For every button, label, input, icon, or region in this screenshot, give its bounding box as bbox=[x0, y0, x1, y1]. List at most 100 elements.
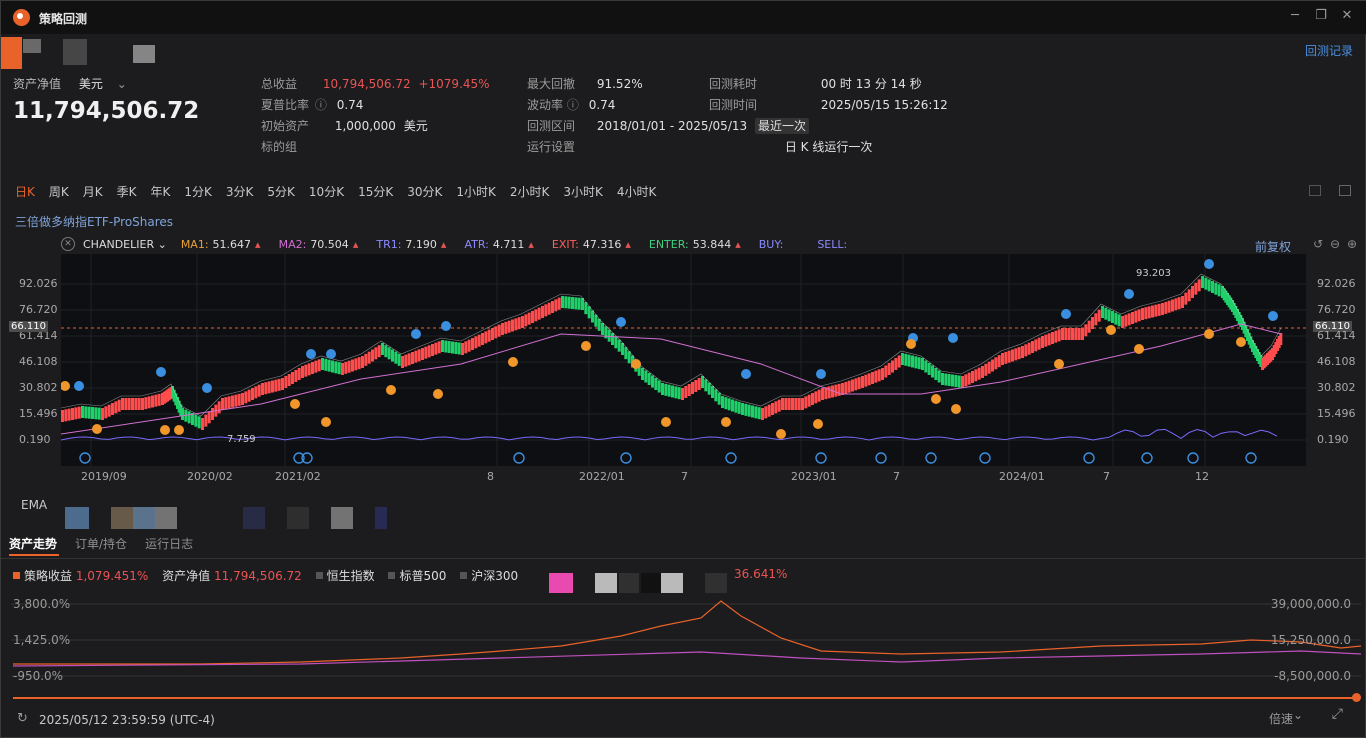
tab-2[interactable]: 运行日志 bbox=[145, 537, 193, 551]
candle bbox=[364, 353, 368, 366]
candle bbox=[1044, 334, 1048, 347]
period-0[interactable]: 日K bbox=[15, 185, 35, 199]
y-tick-right: 30.802 bbox=[1317, 381, 1356, 394]
candle bbox=[1164, 301, 1168, 314]
candle bbox=[1104, 307, 1108, 320]
chevron-down-icon[interactable]: ⌄ bbox=[1293, 708, 1303, 722]
candle bbox=[761, 408, 764, 420]
period-11[interactable]: 1小时K bbox=[456, 185, 496, 199]
sell-marker bbox=[174, 425, 184, 435]
chevron-down-icon[interactable]: ⌄ bbox=[117, 77, 127, 91]
minimize-icon[interactable]: ─ bbox=[1285, 8, 1305, 23]
sell-marker bbox=[321, 417, 331, 427]
returns-chart[interactable] bbox=[1, 596, 1366, 686]
period-6[interactable]: 3分K bbox=[226, 185, 254, 199]
tab-1[interactable]: 订单/持仓 bbox=[75, 537, 127, 551]
currency-select[interactable]: 美元 bbox=[79, 77, 103, 91]
candle bbox=[1084, 324, 1088, 337]
left-axis-bottom: -950.0% bbox=[13, 669, 64, 683]
candle bbox=[664, 383, 668, 396]
tab-0[interactable]: 资产走势 bbox=[9, 537, 57, 551]
indicator-select[interactable]: CHANDELIER ⌄ bbox=[83, 238, 167, 251]
candle bbox=[937, 370, 941, 383]
info-icon[interactable]: ⓘ bbox=[567, 98, 579, 112]
candle bbox=[281, 378, 284, 390]
candle bbox=[744, 403, 748, 416]
period-13[interactable]: 3小时K bbox=[563, 185, 603, 199]
candle bbox=[61, 410, 64, 422]
latest-chip[interactable]: 最近一次 bbox=[754, 118, 809, 134]
period-8[interactable]: 10分K bbox=[309, 185, 344, 199]
backtest-records-link[interactable]: 回测记录 bbox=[1305, 42, 1353, 59]
sell-marker bbox=[1236, 337, 1246, 347]
triangle-icon: ▴ bbox=[625, 238, 631, 251]
nav-value: 11,794,506.72 bbox=[13, 98, 200, 124]
target-group: 标的组 bbox=[261, 140, 298, 154]
fullscreen-icon[interactable] bbox=[1339, 185, 1351, 196]
adjust-mode[interactable]: 前复权 bbox=[1255, 238, 1291, 255]
close-icon[interactable]: ✕ bbox=[1337, 8, 1357, 23]
sp500-swatch[interactable] bbox=[388, 572, 396, 579]
candle bbox=[544, 304, 548, 317]
candle bbox=[877, 369, 881, 382]
x-tick: 2023/01 bbox=[791, 470, 837, 483]
right-axis-mid: 15,250,000.0 bbox=[1270, 633, 1351, 647]
period-7[interactable]: 5分K bbox=[267, 185, 295, 199]
period-14[interactable]: 4小时K bbox=[617, 185, 657, 199]
x-tick: 7 bbox=[681, 470, 688, 483]
csi300-label[interactable]: 沪深300 bbox=[471, 569, 518, 583]
candle bbox=[717, 392, 721, 405]
playback-knob[interactable] bbox=[1352, 693, 1361, 702]
redacted-block bbox=[133, 45, 155, 63]
info-icon[interactable]: ⓘ bbox=[315, 98, 327, 112]
zoom-in-icon[interactable]: ⊕ bbox=[1347, 237, 1357, 251]
candle bbox=[457, 342, 461, 355]
candle bbox=[1061, 328, 1064, 340]
redacted-block bbox=[661, 573, 683, 593]
candle bbox=[554, 299, 558, 312]
candle bbox=[204, 414, 208, 427]
period-2[interactable]: 月K bbox=[83, 185, 103, 199]
undo-icon[interactable]: ↺ bbox=[1313, 237, 1323, 251]
period-9[interactable]: 15分K bbox=[358, 185, 393, 199]
replay-icon[interactable]: ↻ bbox=[17, 711, 28, 726]
event-marker bbox=[815, 452, 827, 464]
playback-progress-bar[interactable] bbox=[13, 697, 1359, 699]
period-12[interactable]: 2小时K bbox=[510, 185, 550, 199]
candle bbox=[814, 391, 818, 404]
candle bbox=[757, 407, 761, 420]
period-4[interactable]: 年K bbox=[151, 185, 171, 199]
hsi-label[interactable]: 恒生指数 bbox=[327, 569, 375, 583]
x-tick: 2019/09 bbox=[81, 470, 127, 483]
hsi-swatch[interactable] bbox=[315, 572, 323, 579]
candle bbox=[497, 324, 501, 337]
close-indicator-icon[interactable]: ✕ bbox=[61, 237, 75, 251]
candle bbox=[1157, 303, 1161, 316]
period-3[interactable]: 季K bbox=[117, 185, 137, 199]
candle bbox=[321, 358, 324, 370]
candle bbox=[314, 360, 318, 373]
candle bbox=[487, 329, 491, 342]
candle bbox=[481, 333, 484, 345]
candle bbox=[694, 380, 698, 392]
expand-icon[interactable]: ⤢ bbox=[1332, 706, 1343, 722]
account-tab-marker[interactable] bbox=[1, 37, 22, 69]
period-5[interactable]: 1分K bbox=[184, 185, 212, 199]
csi300-swatch[interactable] bbox=[460, 572, 468, 579]
layout-icon[interactable] bbox=[1309, 185, 1321, 196]
candle bbox=[67, 408, 71, 421]
candle bbox=[207, 411, 211, 424]
zoom-out-icon[interactable]: ⊖ bbox=[1330, 237, 1340, 251]
indicator-label: TR1: bbox=[376, 238, 402, 251]
candle bbox=[444, 340, 448, 353]
speed-select[interactable]: 倍速 bbox=[1269, 710, 1293, 727]
candle bbox=[251, 388, 254, 400]
sell-marker bbox=[931, 394, 941, 404]
candle bbox=[661, 383, 664, 395]
sp500-label[interactable]: 标普500 bbox=[399, 569, 446, 583]
period-10[interactable]: 30分K bbox=[407, 185, 442, 199]
candle bbox=[91, 407, 94, 419]
restore-icon[interactable]: ❐ bbox=[1311, 8, 1331, 23]
candlestick-chart[interactable]: 93.203 7.759 bbox=[60, 254, 1306, 466]
period-1[interactable]: 周K bbox=[49, 185, 69, 199]
